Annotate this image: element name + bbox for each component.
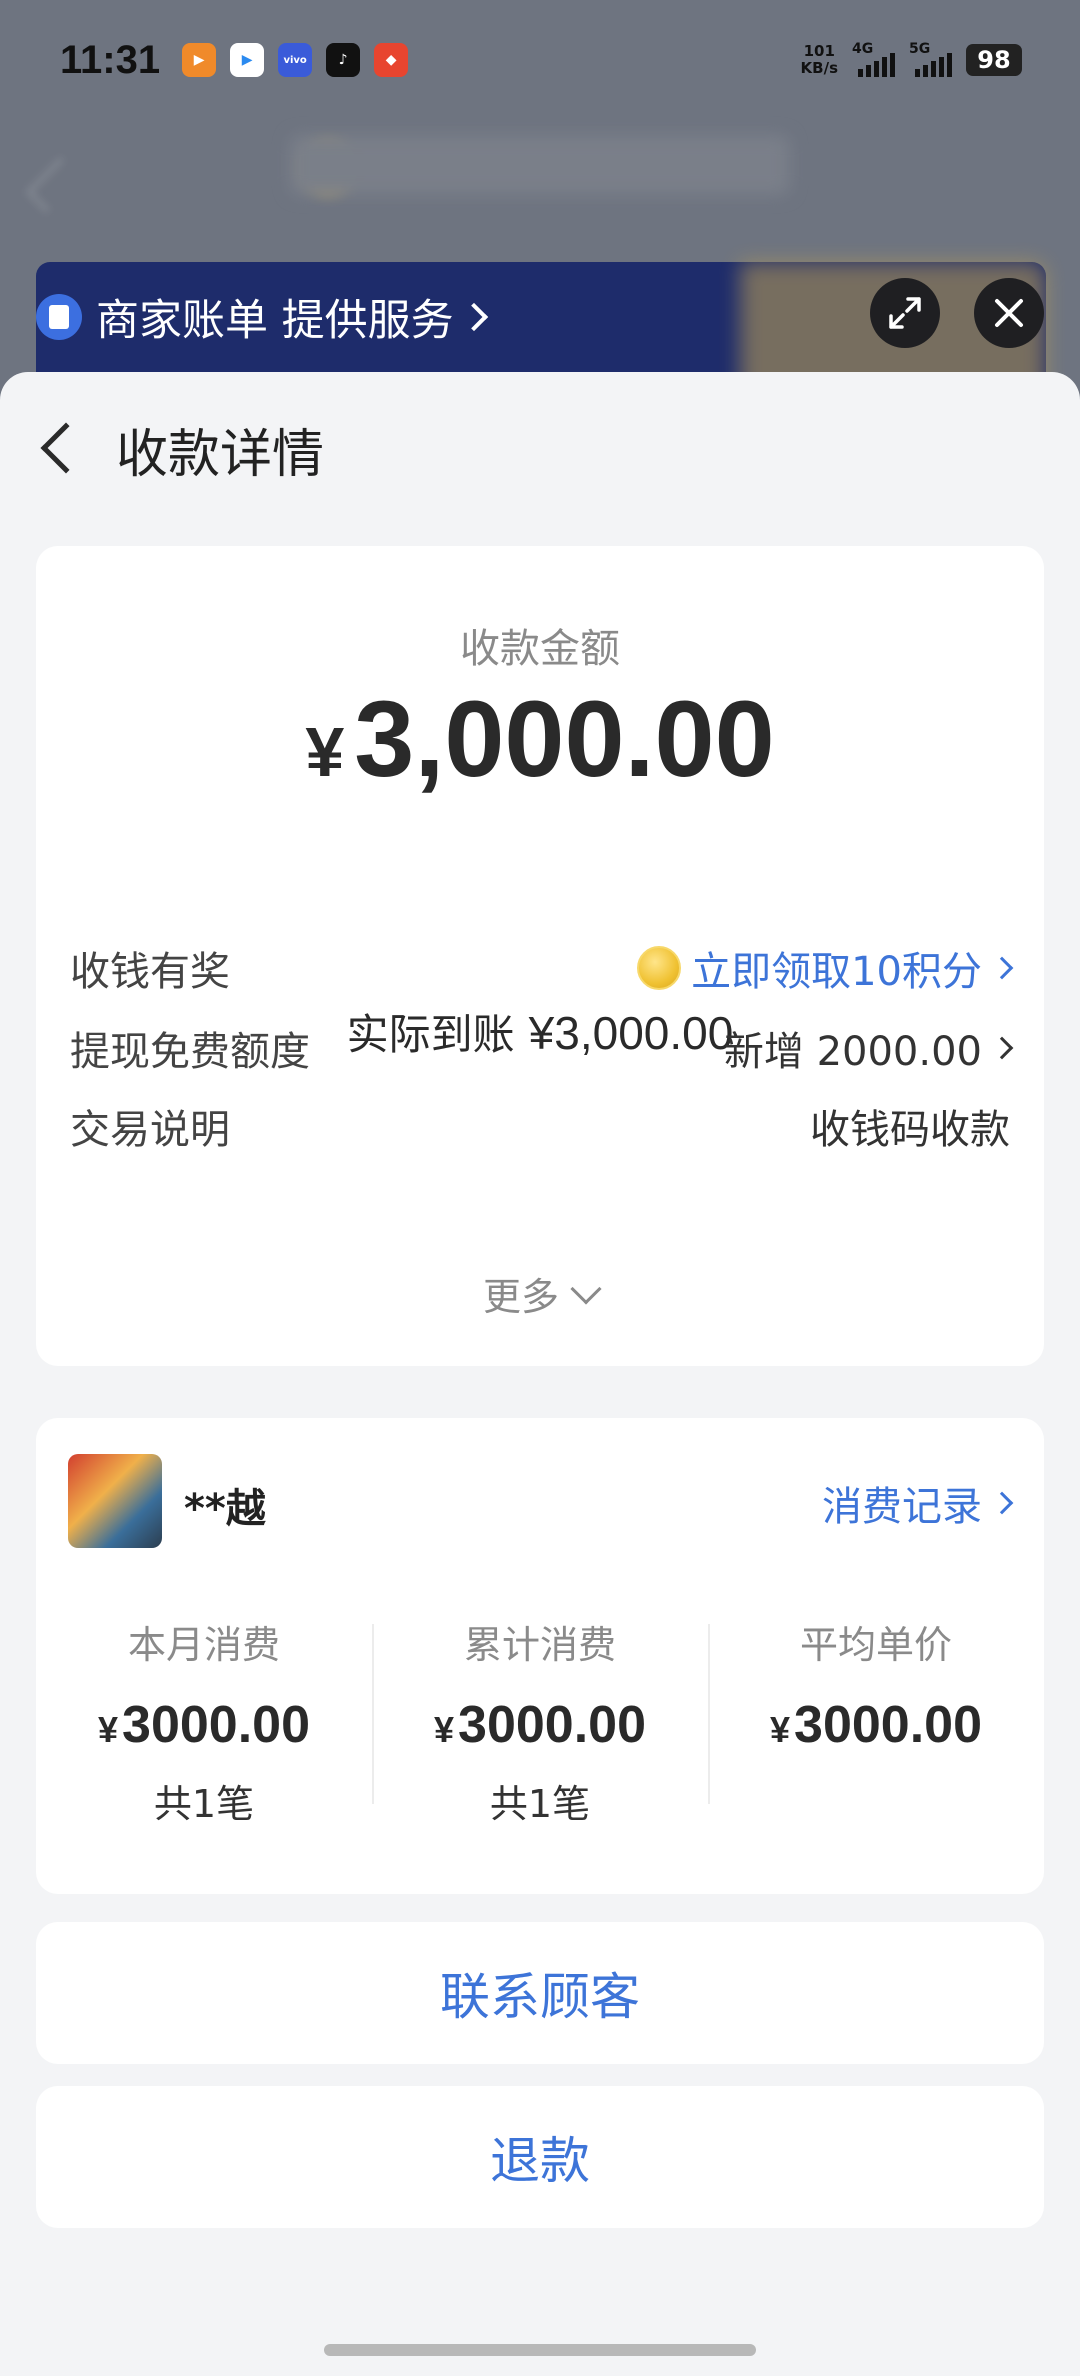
service-text: 商家账单 提供服务 xyxy=(96,296,454,346)
currency-symbol: ¥ xyxy=(305,713,345,791)
customer-name: **越 xyxy=(184,1486,266,1532)
info-row-description: 交易说明 收钱码收款 xyxy=(70,1107,1010,1153)
more-toggle[interactable]: 更多 xyxy=(36,1266,1044,1321)
chevron-right-icon xyxy=(990,1491,1014,1515)
background-back-icon xyxy=(24,156,82,214)
claim-points-link[interactable]: 立即领取10积分 xyxy=(637,939,1014,997)
customer-avatar xyxy=(68,1454,162,1548)
expand-button[interactable] xyxy=(870,278,940,348)
amount-card: 收款金额 ¥3,000.00 实际到账 ¥3,000.00 收钱有奖 立即领取10… xyxy=(36,546,1044,1366)
stat-total: 累计消费 ¥3000.00 共1笔 xyxy=(372,1614,708,1828)
back-icon[interactable] xyxy=(40,422,92,474)
stat-average: 平均单价 ¥3000.00 xyxy=(708,1614,1044,1828)
network-speed: 101 KB/s xyxy=(800,42,838,77)
amount-value: ¥3,000.00 xyxy=(305,678,775,799)
battery-indicator: 98 xyxy=(966,44,1022,76)
home-indicator[interactable] xyxy=(324,2344,756,2356)
close-button[interactable] xyxy=(974,278,1044,348)
amount-label: 收款金额 xyxy=(460,626,620,672)
info-row-withdraw-quota: 提现免费额度 新增 2000.00 xyxy=(70,1018,1014,1078)
consumption-records-link[interactable]: 消费记录 xyxy=(822,1474,1014,1532)
notification-icons: ▶ ▶ vivo ♪ ◆ xyxy=(182,43,409,77)
info-row-reward: 收钱有奖 立即领取10积分 xyxy=(70,938,1014,998)
coin-icon xyxy=(637,946,682,990)
consumption-stats: 本月消费 ¥3000.00 共1笔 累计消费 ¥3000.00 共1笔 平均单价… xyxy=(36,1614,1044,1828)
signal-5g-icon: 5G xyxy=(909,41,952,77)
tiktok-app-icon: ♪ xyxy=(326,43,361,77)
close-icon xyxy=(995,299,1023,327)
customer-card: **越 消费记录 本月消费 ¥3000.00 共1笔 累计消费 ¥3000.00… xyxy=(36,1418,1044,1894)
chevron-right-icon xyxy=(459,302,488,332)
bill-icon xyxy=(36,294,82,340)
signal-4g-icon: 4G xyxy=(852,41,895,77)
service-provider-link[interactable]: 商家账单 提供服务 xyxy=(36,286,488,348)
vivo-app-icon: vivo xyxy=(278,43,313,77)
sheet-header: 收款详情 xyxy=(0,372,1080,522)
video-app-icon: ▶ xyxy=(182,43,217,77)
withdraw-quota-link[interactable]: 新增 2000.00 xyxy=(724,1019,1014,1077)
chevron-down-icon xyxy=(570,1272,602,1305)
page-title: 收款详情 xyxy=(116,425,325,485)
status-bar: 11:31 ▶ ▶ vivo ♪ ◆ 101 KB/s 4G 5G 98 xyxy=(0,0,1080,120)
chevron-right-icon xyxy=(990,1036,1014,1060)
stat-monthly: 本月消费 ¥3000.00 共1笔 xyxy=(98,1623,310,1826)
contact-customer-button[interactable]: 联系顾客 xyxy=(36,1922,1044,2064)
background-title xyxy=(290,135,790,195)
expand-icon xyxy=(889,297,921,329)
status-time: 11:31 xyxy=(60,37,161,82)
refund-button[interactable]: 退款 xyxy=(36,2086,1044,2228)
player-app-icon: ▶ xyxy=(230,43,265,77)
shop-app-icon: ◆ xyxy=(374,43,409,77)
chevron-right-icon xyxy=(990,956,1014,980)
payment-detail-sheet: 收款详情 收款金额 ¥3,000.00 实际到账 ¥3,000.00 收钱有奖 立… xyxy=(0,372,1080,2376)
